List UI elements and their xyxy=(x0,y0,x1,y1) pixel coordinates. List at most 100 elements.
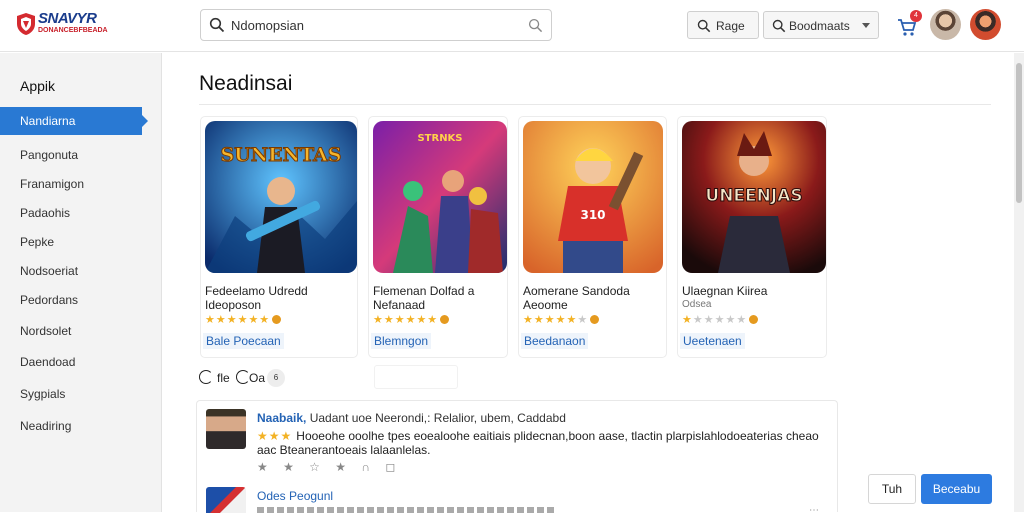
sidebar-item-6[interactable]: Pedordans xyxy=(0,286,162,314)
sidebar-item-label: Nodsoeriat xyxy=(20,264,79,278)
range-button[interactable]: Rage xyxy=(687,11,759,39)
scrollbar[interactable] xyxy=(1014,53,1024,512)
logo-tagline: DONANCEBFBEADA xyxy=(38,27,108,34)
primary-button[interactable]: Beceabu xyxy=(921,474,992,504)
sidebar-item-label: Padaohis xyxy=(20,206,71,220)
art-text: STRNKS xyxy=(417,133,462,144)
user-avatar[interactable] xyxy=(970,9,1001,40)
review-text: Hooeohe ooolhe tpes eoealoohe eaitiais p… xyxy=(257,429,819,457)
game-title-line1: Aomerane Sandoda xyxy=(523,284,630,298)
app-logo[interactable]: SNAVYR DONANCEBFBEADA xyxy=(14,10,114,40)
star-rating: ★★★★★★ xyxy=(523,313,600,326)
game-cover-image: 310 xyxy=(523,121,663,273)
placeholder-box xyxy=(374,365,458,389)
game-title: Flemenan Dolfad a Nefanaad xyxy=(373,284,474,312)
reviewer-header: Naabaik, Uadant uoe Neerondi,: Relalior,… xyxy=(257,411,566,425)
divider xyxy=(199,104,991,105)
svg-text:310: 310 xyxy=(580,208,605,222)
game-title-line1: Flemenan Dolfad a xyxy=(373,284,475,298)
game-card[interactable]: STRNKS Flemenan Dolfad a Nefanaad ★★★★★★… xyxy=(368,116,508,358)
game-card[interactable]: SUNENTAS Fedeelamo Udredd Ideoposon ★★★★… xyxy=(200,116,358,358)
sidebar-item-label: Neadiring xyxy=(20,419,72,433)
sidebar-item-4[interactable]: Pepke xyxy=(0,228,162,256)
game-card[interactable]: 310 Aomerane Sandoda Aeoome ★★★★★★ Beeda… xyxy=(518,116,667,358)
publisher-link[interactable]: Bale Poecaan xyxy=(203,333,284,349)
sidebar-item-label: Franamigon xyxy=(20,177,85,191)
sidebar-item-9[interactable]: Sygpials xyxy=(0,380,162,408)
sidebar-item-label: Nordsolet xyxy=(20,324,72,338)
shield-logo-icon xyxy=(17,13,35,35)
game-title-line2: Nefanaad xyxy=(373,298,426,312)
reviews-panel: Naabaik, Uadant uoe Neerondi,: Relalior,… xyxy=(196,400,838,516)
filter-label[interactable]: fle xyxy=(217,371,230,385)
search-icon xyxy=(209,17,225,33)
top-bar: SNAVYR DONANCEBFBEADA Ndomopsian Rage Bo… xyxy=(0,0,1024,52)
sidebar-item-10[interactable]: Neadiring xyxy=(0,412,162,440)
filter-count-badge[interactable]: 6 xyxy=(267,369,285,387)
game-cover-image: UNEENJAS xyxy=(682,121,826,273)
sidebar-item-label: Pangonuta xyxy=(20,148,79,162)
bookmarks-label: Boodmaats xyxy=(789,19,850,33)
star-rating: ★★★★★★ xyxy=(682,313,759,326)
sidebar-item-label: Pedordans xyxy=(20,293,79,307)
game-title: Aomerane Sandoda Aeoome xyxy=(523,284,630,312)
refresh-icon[interactable] xyxy=(199,370,213,384)
sidebar-item-label: Daendoad xyxy=(20,355,76,369)
sidebar-item-3[interactable]: Padaohis xyxy=(0,199,162,227)
filter-label[interactable]: Oa xyxy=(249,371,265,385)
logo-wordmark: SNAVYR xyxy=(38,10,97,27)
bookmarks-dropdown[interactable]: Boodmaats xyxy=(763,11,879,39)
game-title-line2: Odsea xyxy=(682,299,712,310)
cart-button[interactable]: 4 xyxy=(896,10,922,38)
review-actions[interactable]: ★ ★ ☆ ★ ∩ ◻ xyxy=(257,460,401,474)
star-rating: ★★★★★★ xyxy=(205,313,282,326)
star-rating: ★★★★★★ xyxy=(373,313,450,326)
reviewer-avatar[interactable] xyxy=(206,487,246,513)
sidebar-item-7[interactable]: Nordsolet xyxy=(0,317,162,345)
art-text: UNEENJAS xyxy=(705,186,802,206)
page-title: Neadinsai xyxy=(199,72,293,95)
sidebar-item-8[interactable]: Daendoad xyxy=(0,348,162,376)
more-icon[interactable]: ⋯ xyxy=(809,505,819,516)
cancel-button[interactable]: Tuh xyxy=(868,474,916,504)
search-input[interactable]: Ndomopsian xyxy=(200,9,552,41)
search-value: Ndomopsian xyxy=(231,18,304,33)
sidebar-title: Appik xyxy=(20,78,56,94)
review-text xyxy=(257,507,557,513)
sidebar-item-5[interactable]: Nodsoeriat xyxy=(0,257,162,285)
reviewer-name[interactable]: Naabaik, xyxy=(257,411,306,425)
chevron-down-icon xyxy=(862,23,870,28)
search-icon xyxy=(772,19,786,33)
refresh-icon[interactable] xyxy=(236,370,250,384)
sidebar-item-0[interactable]: Nandiarna xyxy=(0,107,148,135)
scroll-thumb[interactable] xyxy=(1016,63,1022,203)
publisher-link[interactable]: Blemngon xyxy=(371,333,432,349)
search-submit-icon[interactable] xyxy=(528,18,543,33)
reviewer-name[interactable]: Odes Peogunl xyxy=(257,489,333,503)
game-card[interactable]: UNEENJAS Ulaegnan Kiirea Odsea ★★★★★★ Ue… xyxy=(677,116,827,358)
game-title-line2: Ideoposon xyxy=(205,298,262,312)
range-label: Rage xyxy=(716,19,745,33)
reviewer-avatar[interactable] xyxy=(206,409,246,449)
game-title-line1: Ulaegnan Kiirea xyxy=(682,284,768,298)
sidebar: Appik Nandiarna Pangonuta Franamigon Pad… xyxy=(0,53,162,512)
sidebar-item-label: Nandiarna xyxy=(20,114,76,128)
game-title: Fedeelamo Udredd Ideoposon xyxy=(205,284,308,312)
game-title: Ulaegnan Kiirea Odsea xyxy=(682,284,767,312)
cart-badge: 4 xyxy=(910,10,922,22)
publisher-link[interactable]: Beedanaon xyxy=(521,333,589,349)
publisher-link[interactable]: Ueetenaen xyxy=(680,333,745,349)
star-rating: ★★★ xyxy=(257,429,293,443)
sidebar-item-label: Pepke xyxy=(20,235,55,249)
art-text: SUNENTAS xyxy=(220,144,341,166)
review-meta: Uadant uoe Neerondi,: Relalior, ubem, Ca… xyxy=(309,411,566,425)
sidebar-item-label: Sygpials xyxy=(20,387,66,401)
game-cover-image: STRNKS xyxy=(373,121,507,273)
game-cover-image: SUNENTAS xyxy=(205,121,357,273)
avatar[interactable] xyxy=(930,9,961,40)
game-title-line2: Aeoome xyxy=(523,298,568,312)
search-icon xyxy=(697,19,711,33)
sidebar-item-1[interactable]: Pangonuta xyxy=(0,141,162,169)
sidebar-item-2[interactable]: Franamigon xyxy=(0,170,162,198)
review-body: ★★★ Hooeohe ooolhe tpes eoealoohe eaitiai… xyxy=(257,429,833,457)
